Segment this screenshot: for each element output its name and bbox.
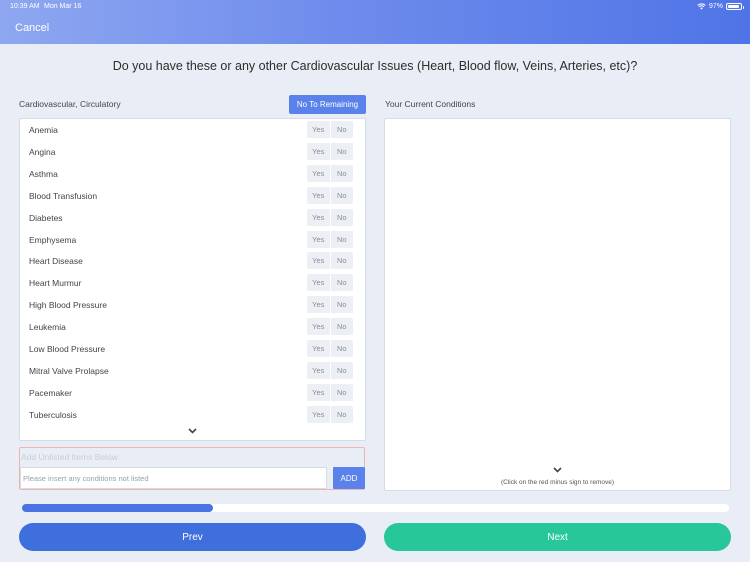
- question-heading: Do you have these or any other Cardiovas…: [112, 59, 638, 73]
- progress-bar: [22, 504, 729, 512]
- yes-button[interactable]: Yes: [307, 252, 331, 270]
- condition-name: Mitral Valve Prolapse: [29, 365, 109, 376]
- yes-button[interactable]: Yes: [307, 361, 331, 379]
- yes-no-toggle[interactable]: Yes No: [307, 318, 353, 336]
- condition-name: Pacemaker: [29, 387, 72, 398]
- yes-button[interactable]: Yes: [307, 318, 331, 336]
- yes-button[interactable]: Yes: [307, 405, 331, 423]
- list-item: Angina Yes No: [20, 141, 365, 163]
- no-button[interactable]: No: [330, 296, 353, 314]
- no-button[interactable]: No: [330, 361, 353, 379]
- status-indicators: 97%: [697, 3, 744, 10]
- prev-button[interactable]: Prev: [19, 523, 366, 551]
- category-title: Cardiovascular, Circulatory: [19, 99, 121, 109]
- progress-fill: [22, 504, 213, 512]
- yes-no-toggle[interactable]: Yes No: [307, 252, 353, 270]
- condition-name: High Blood Pressure: [29, 300, 107, 311]
- cancel-button[interactable]: Cancel: [15, 22, 49, 34]
- no-button[interactable]: No: [330, 340, 353, 357]
- no-button[interactable]: No: [330, 142, 353, 160]
- yes-button[interactable]: Yes: [307, 142, 331, 160]
- battery-percent: 97%: [708, 3, 723, 10]
- condition-name: Heart Murmur: [29, 278, 82, 289]
- no-button[interactable]: No: [330, 405, 353, 423]
- no-button[interactable]: No: [330, 383, 353, 401]
- list-item: Emphysema Yes No: [20, 229, 365, 251]
- condition-name: Angina: [29, 146, 56, 157]
- yes-no-toggle[interactable]: Yes No: [307, 121, 353, 138]
- condition-name: Anemia: [29, 125, 58, 135]
- list-item: Diabetes Yes No: [20, 207, 365, 229]
- condition-name: Tuberculosis: [29, 409, 77, 420]
- list-item: Leukemia Yes No: [20, 316, 365, 338]
- yes-no-toggle[interactable]: Yes No: [307, 230, 353, 248]
- yes-no-toggle[interactable]: Yes No: [307, 340, 353, 357]
- yes-no-toggle[interactable]: Yes No: [307, 274, 353, 292]
- list-item: Blood Transfusion Yes No: [20, 185, 365, 207]
- yes-button[interactable]: Yes: [307, 186, 331, 204]
- condition-name: Asthma: [29, 168, 58, 179]
- no-to-remaining-button[interactable]: No To Remaining: [289, 95, 366, 114]
- yes-no-toggle[interactable]: Yes No: [307, 383, 353, 401]
- current-conditions-title: Your Current Conditions: [385, 99, 476, 109]
- next-button[interactable]: Next: [384, 523, 731, 551]
- battery-icon: [726, 3, 744, 10]
- list-item: Heart Murmur Yes No: [20, 272, 365, 294]
- list-item: High Blood Pressure Yes No: [20, 294, 365, 316]
- condition-name: Emphysema: [29, 234, 77, 245]
- yes-button[interactable]: Yes: [307, 121, 331, 138]
- yes-no-toggle[interactable]: Yes No: [307, 296, 353, 314]
- yes-no-toggle[interactable]: Yes No: [307, 142, 353, 160]
- condition-name: Leukemia: [29, 322, 66, 333]
- status-time: 10:39 AM: [10, 3, 40, 10]
- no-button[interactable]: No: [330, 186, 353, 204]
- yes-button[interactable]: Yes: [307, 383, 331, 401]
- yes-no-toggle[interactable]: Yes No: [307, 164, 353, 182]
- yes-button[interactable]: Yes: [307, 164, 331, 182]
- list-item: Heart Disease Yes No: [20, 250, 365, 272]
- yes-no-toggle[interactable]: Yes No: [307, 361, 353, 379]
- list-item: Tuberculosis Yes No: [20, 404, 365, 426]
- status-date: Mon Mar 16: [44, 3, 82, 10]
- wifi-icon: [697, 3, 706, 10]
- no-button[interactable]: No: [330, 274, 353, 292]
- condition-name: Blood Transfusion: [29, 190, 98, 201]
- list-item: Pacemaker Yes No: [20, 382, 365, 404]
- yes-button[interactable]: Yes: [307, 296, 331, 314]
- list-item: Asthma Yes No: [20, 163, 365, 185]
- no-button[interactable]: No: [330, 252, 353, 270]
- no-button[interactable]: No: [330, 208, 353, 226]
- top-bar: 10:39 AM Mon Mar 16 97% Cancel: [0, 0, 750, 44]
- list-item: Low Blood Pressure Yes No: [20, 338, 365, 360]
- yes-button[interactable]: Yes: [307, 340, 331, 357]
- yes-no-toggle[interactable]: Yes No: [307, 186, 353, 204]
- current-conditions-panel[interactable]: (Click on the red minus sign to remove): [384, 118, 731, 491]
- chevron-down-icon[interactable]: [553, 467, 562, 473]
- yes-button[interactable]: Yes: [307, 274, 331, 292]
- no-button[interactable]: No: [330, 318, 353, 336]
- chevron-down-icon[interactable]: [188, 428, 197, 434]
- no-button[interactable]: No: [330, 230, 353, 248]
- no-button[interactable]: No: [330, 121, 353, 138]
- yes-no-toggle[interactable]: Yes No: [307, 405, 353, 423]
- add-unlisted-label: Add Unlisted Items Below: [21, 452, 118, 462]
- add-button[interactable]: ADD: [333, 467, 365, 489]
- yes-no-toggle[interactable]: Yes No: [307, 208, 353, 226]
- no-button[interactable]: No: [330, 164, 353, 182]
- list-item: Anemia Yes No: [20, 119, 365, 141]
- yes-button[interactable]: Yes: [307, 208, 331, 226]
- list-item: Mitral Valve Prolapse Yes No: [20, 360, 365, 382]
- conditions-list[interactable]: Anemia Yes No Angina Yes No Asthma Yes No Blood T…: [19, 118, 366, 441]
- condition-name: Diabetes: [29, 212, 63, 223]
- remove-hint: (Click on the red minus sign to remove): [500, 479, 615, 486]
- condition-name: Low Blood Pressure: [29, 344, 106, 354]
- unlisted-condition-input[interactable]: [20, 467, 327, 489]
- condition-name: Heart Disease: [29, 256, 83, 267]
- yes-button[interactable]: Yes: [307, 230, 331, 248]
